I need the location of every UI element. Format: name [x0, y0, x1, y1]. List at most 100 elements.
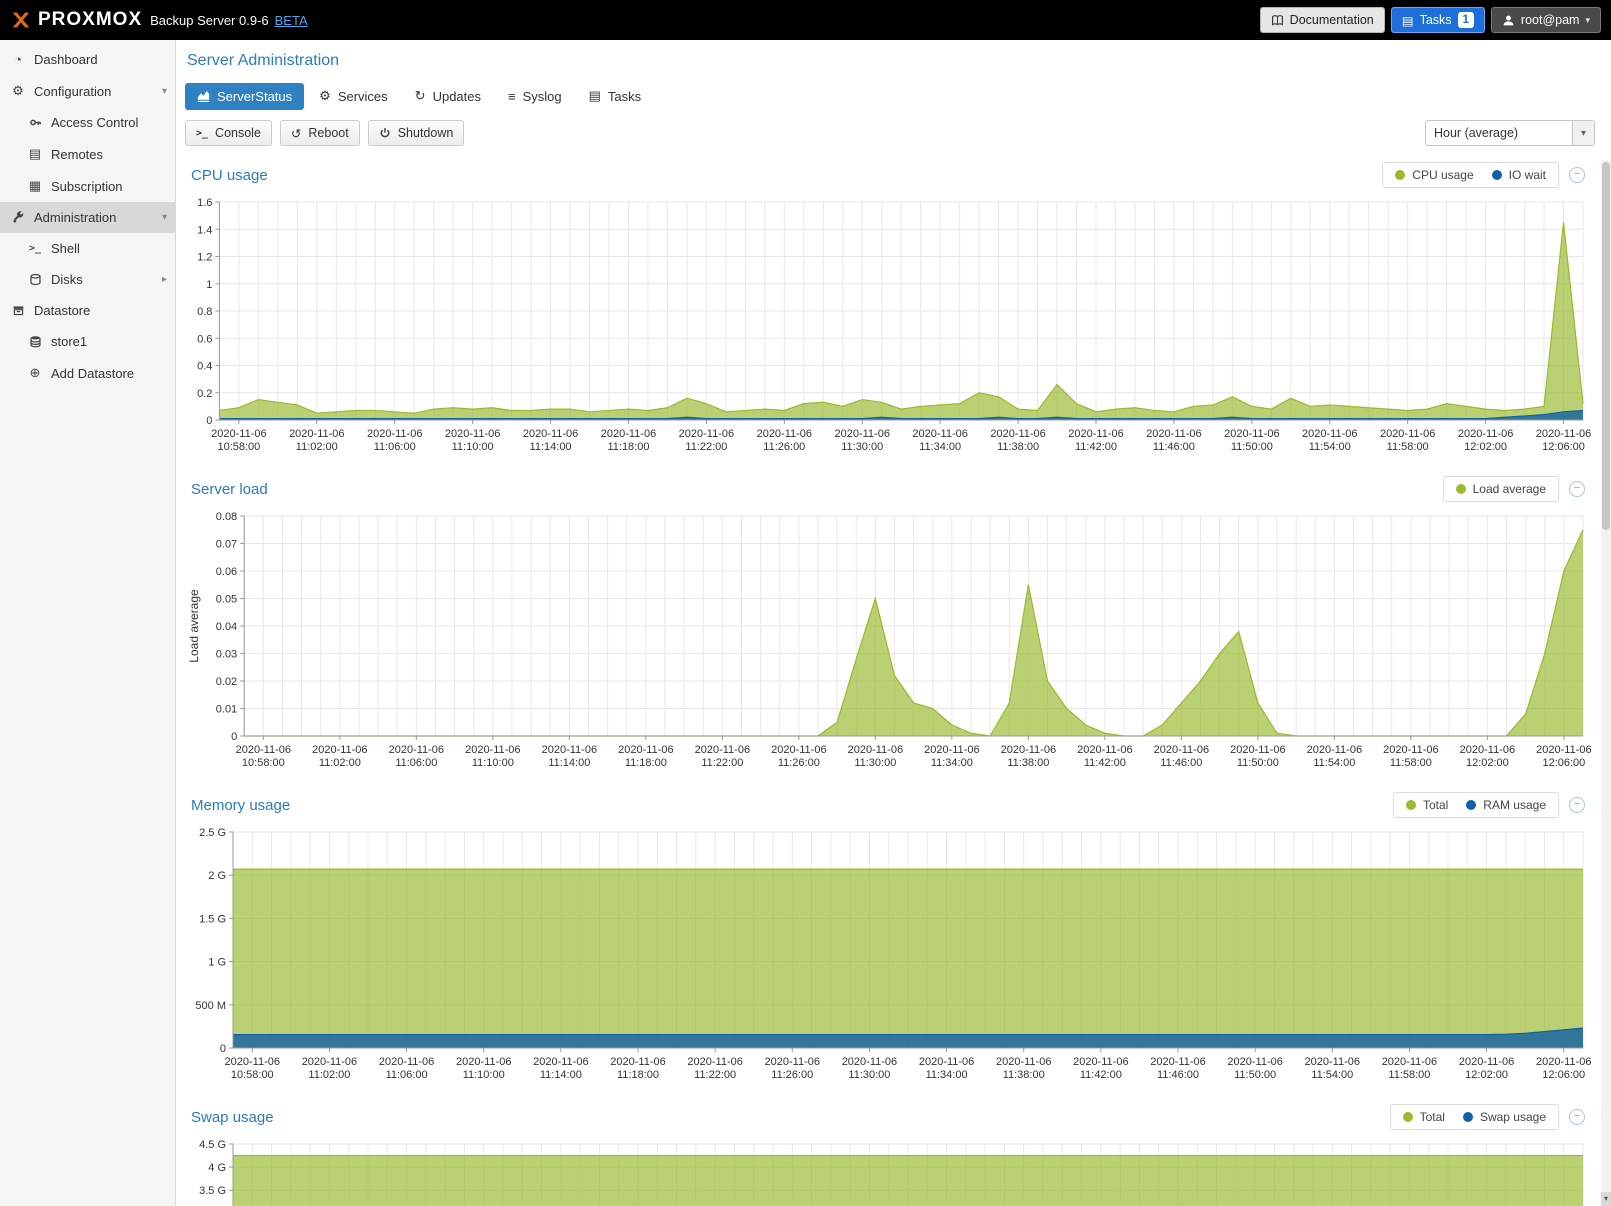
svg-text:2020-11-06: 2020-11-06: [1383, 744, 1438, 756]
svg-text:11:18:00: 11:18:00: [625, 757, 667, 769]
user-menu-button[interactable]: root@pam ▾: [1491, 7, 1601, 33]
scrollbar-thumb[interactable]: [1602, 162, 1610, 530]
svg-text:2020-11-06: 2020-11-06: [1150, 1056, 1205, 1068]
svg-text:2020-11-06: 2020-11-06: [225, 1056, 280, 1068]
legend-item: CPU usage: [1395, 168, 1473, 182]
beta-link[interactable]: BETA: [275, 13, 308, 28]
svg-text:0: 0: [220, 1043, 226, 1055]
sidebar-item-configuration[interactable]: ⚙ Configuration ▾: [0, 75, 175, 107]
svg-text:2020-11-06: 2020-11-06: [1224, 428, 1279, 440]
terminal-icon: >_: [196, 128, 208, 139]
chevron-down-icon: ▾: [162, 212, 167, 223]
chevron-down-icon: ▾: [162, 86, 167, 97]
app-subtitle: Backup Server 0.9-6: [150, 13, 269, 28]
sidebar: ◔ Dashboard ⚙ Configuration ▾ Access Con…: [0, 40, 176, 1206]
disk-icon: [27, 273, 43, 286]
svg-text:11:30:00: 11:30:00: [848, 1069, 890, 1081]
sidebar-item-label: Datastore: [34, 303, 90, 318]
swap-usage-panel: Swap usage Total Swap usage − 0500 M1 G1…: [185, 1102, 1591, 1206]
svg-text:2020-11-06: 2020-11-06: [542, 744, 597, 756]
reboot-button[interactable]: ↺ Reboot: [280, 120, 360, 146]
legend-dot: [1395, 170, 1405, 180]
svg-text:11:14:00: 11:14:00: [548, 757, 590, 769]
svg-text:11:54:00: 11:54:00: [1309, 441, 1351, 453]
database-icon: [27, 335, 43, 348]
svg-text:0.2: 0.2: [197, 388, 212, 400]
svg-text:500 M: 500 M: [195, 1000, 226, 1012]
panel-title: Server load: [191, 481, 268, 498]
svg-text:0.8: 0.8: [197, 306, 212, 318]
panel-title: Swap usage: [191, 1109, 274, 1126]
legend-item: Total: [1403, 1110, 1445, 1124]
svg-text:2020-11-06: 2020-11-06: [601, 428, 656, 440]
svg-text:2020-11-06: 2020-11-06: [367, 428, 422, 440]
svg-text:11:46:00: 11:46:00: [1153, 441, 1195, 453]
sidebar-item-disks[interactable]: Disks ▸: [0, 264, 175, 295]
collapse-panel-button[interactable]: −: [1569, 167, 1585, 183]
table-icon: ▤: [589, 88, 601, 104]
legend-item: Total: [1406, 798, 1448, 812]
svg-text:11:42:00: 11:42:00: [1075, 441, 1117, 453]
power-icon: [379, 127, 391, 139]
svg-text:2020-11-06: 2020-11-06: [771, 744, 826, 756]
sidebar-item-add-datastore[interactable]: ⊕ Add Datastore: [0, 357, 175, 389]
sidebar-item-access-control[interactable]: Access Control: [0, 107, 175, 138]
sidebar-item-label: Access Control: [51, 115, 138, 130]
chart-legend: Total Swap usage: [1390, 1104, 1559, 1130]
sidebar-item-remotes[interactable]: ▤ Remotes: [0, 138, 175, 170]
svg-text:2020-11-06: 2020-11-06: [1536, 428, 1591, 440]
legend-item: IO wait: [1492, 168, 1546, 182]
svg-text:2020-11-06: 2020-11-06: [919, 1056, 974, 1068]
svg-text:2020-11-06: 2020-11-06: [1077, 744, 1132, 756]
tab-serverstatus[interactable]: ServerStatus: [185, 83, 304, 110]
svg-text:2020-11-06: 2020-11-06: [679, 428, 734, 440]
sidebar-item-label: Add Datastore: [51, 366, 134, 381]
svg-text:2020-11-06: 2020-11-06: [465, 744, 520, 756]
sidebar-item-dashboard[interactable]: ◔ Dashboard: [0, 44, 175, 75]
timeframe-select[interactable]: Hour (average) ▾: [1425, 120, 1595, 146]
svg-text:11:18:00: 11:18:00: [607, 441, 649, 453]
svg-text:0.06: 0.06: [216, 566, 237, 578]
svg-text:11:06:00: 11:06:00: [386, 1069, 428, 1081]
vertical-scrollbar[interactable]: ▾: [1601, 160, 1611, 1206]
chevron-down-icon: ▾: [1572, 121, 1594, 145]
collapse-panel-button[interactable]: −: [1569, 797, 1585, 813]
tab-label: Tasks: [608, 89, 641, 104]
svg-text:2 G: 2 G: [208, 870, 226, 882]
svg-text:2020-11-06: 2020-11-06: [765, 1056, 820, 1068]
terminal-icon: >_: [27, 243, 43, 254]
tasks-badge: 1: [1458, 12, 1474, 28]
svg-text:11:34:00: 11:34:00: [931, 757, 973, 769]
svg-text:2020-11-06: 2020-11-06: [1458, 428, 1513, 440]
svg-text:11:02:00: 11:02:00: [296, 441, 338, 453]
svg-text:12:06:00: 12:06:00: [1542, 1069, 1585, 1081]
subscription-icon: ▦: [27, 178, 43, 194]
svg-text:11:02:00: 11:02:00: [308, 1069, 350, 1081]
svg-text:1.6: 1.6: [197, 197, 212, 209]
svg-text:11:58:00: 11:58:00: [1387, 441, 1429, 453]
svg-text:2020-11-06: 2020-11-06: [236, 744, 291, 756]
sidebar-item-shell[interactable]: >_ Shell: [0, 233, 175, 264]
svg-text:2020-11-06: 2020-11-06: [1068, 428, 1123, 440]
tab-updates[interactable]: ↻ Updates: [403, 82, 493, 110]
svg-text:2020-11-06: 2020-11-06: [1302, 428, 1357, 440]
shutdown-button[interactable]: Shutdown: [368, 120, 465, 146]
svg-text:0: 0: [231, 731, 237, 743]
tab-tasks[interactable]: ▤ Tasks: [577, 82, 654, 110]
documentation-button[interactable]: Documentation: [1260, 7, 1385, 33]
tab-bar: ServerStatus ⚙ Services ↻ Updates ≡ Sysl…: [185, 82, 1595, 110]
sidebar-item-subscription[interactable]: ▦ Subscription: [0, 170, 175, 202]
tab-syslog[interactable]: ≡ Syslog: [496, 83, 574, 110]
sidebar-item-datastore[interactable]: Datastore: [0, 295, 175, 326]
collapse-panel-button[interactable]: −: [1569, 481, 1585, 497]
svg-text:2020-11-06: 2020-11-06: [1380, 428, 1435, 440]
console-button[interactable]: >_ Console: [185, 120, 272, 146]
tab-services[interactable]: ⚙ Services: [307, 82, 400, 110]
sidebar-item-store1[interactable]: store1: [0, 326, 175, 357]
scrollbar-down-button[interactable]: ▾: [1601, 1192, 1611, 1206]
svg-text:2020-11-06: 2020-11-06: [1459, 1056, 1514, 1068]
tasks-button[interactable]: ▤ Tasks 1: [1391, 7, 1485, 33]
svg-text:11:06:00: 11:06:00: [395, 757, 437, 769]
collapse-panel-button[interactable]: −: [1569, 1109, 1585, 1125]
sidebar-item-administration[interactable]: Administration ▾: [0, 202, 175, 233]
